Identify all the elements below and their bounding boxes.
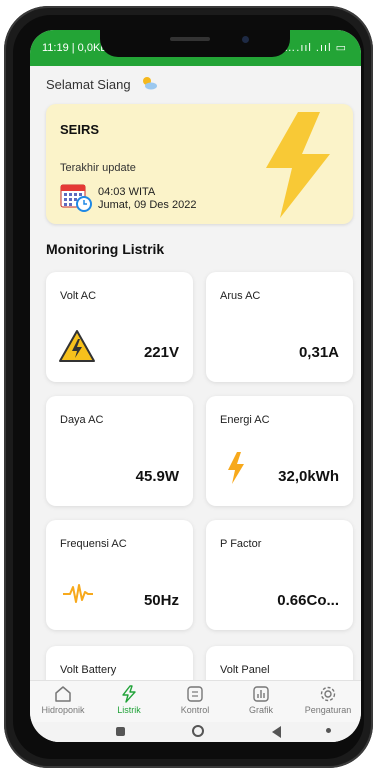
nav-item-kontrol[interactable]: Kontrol xyxy=(162,685,228,715)
nav-label: Pengaturan xyxy=(304,705,352,715)
card-label: Volt Battery xyxy=(60,664,117,676)
sun-cloud-icon xyxy=(140,75,158,94)
camera-notch xyxy=(100,30,290,57)
card-label: Volt AC xyxy=(60,290,97,302)
bolt-icon xyxy=(226,451,246,490)
home-button[interactable] xyxy=(192,725,204,737)
nav-item-pengaturan[interactable]: Pengaturan xyxy=(295,685,361,715)
nav-label: Listrik xyxy=(117,705,141,715)
card-value: 0.66Co... xyxy=(277,592,339,609)
waveform-icon xyxy=(62,583,94,610)
card-p-factor[interactable]: P Factor 0.66Co... xyxy=(206,520,353,630)
card-value: 45.9W xyxy=(135,468,179,485)
bolt-icon xyxy=(120,685,138,703)
system-navigation-bar xyxy=(30,722,361,742)
nav-label: Grafik xyxy=(248,705,273,715)
nav-label: Hidroponik xyxy=(41,705,85,715)
card-value: 221V xyxy=(143,344,179,361)
status-card: SEIRS Terakhir update 04:03 WITA Jumat, … xyxy=(46,104,353,224)
card-label: Volt Panel xyxy=(220,664,270,676)
recents-button[interactable] xyxy=(116,727,125,736)
card-label: Energi AC xyxy=(220,414,270,426)
chart-icon xyxy=(252,685,270,703)
bottom-navigation: Hidroponik Listrik Kontrol Grafik Pengat… xyxy=(30,680,361,723)
update-date: Jumat, 09 Des 2022 xyxy=(98,199,197,211)
house-icon xyxy=(54,685,72,703)
card-label: P Factor xyxy=(220,538,262,550)
greeting-text: Selamat Siang xyxy=(46,77,131,92)
greeting: Selamat Siang xyxy=(46,75,158,94)
warning-bolt-icon xyxy=(58,329,96,368)
gear-icon xyxy=(319,685,337,703)
nav-item-grafik[interactable]: Grafik xyxy=(228,685,294,715)
calendar-clock-icon xyxy=(60,182,92,217)
card-value: 32,0kWh xyxy=(278,468,339,485)
accessibility-button[interactable] xyxy=(326,728,331,733)
card-arus-ac[interactable]: Arus AC 0,31A xyxy=(206,272,353,382)
brand-name: SEIRS xyxy=(60,122,100,137)
card-label: Daya AC xyxy=(60,414,104,426)
nav-label: Kontrol xyxy=(180,705,210,715)
card-value: 0,31A xyxy=(298,344,339,361)
card-label: Frequensi AC xyxy=(60,538,127,550)
card-daya-ac[interactable]: Daya AC 45.9W xyxy=(46,396,193,506)
card-value: 50Hz xyxy=(143,592,179,609)
last-update-label: Terakhir update xyxy=(60,162,136,174)
card-frequensi-ac[interactable]: Frequensi AC 50Hz xyxy=(46,520,193,630)
card-label: Arus AC xyxy=(220,290,261,302)
control-icon xyxy=(186,685,204,703)
card-energi-ac[interactable]: Energi AC 32,0kWh xyxy=(206,396,353,506)
status-time: 11:19 | 0,0KB xyxy=(42,42,108,54)
update-time: 04:03 WITA xyxy=(98,186,156,198)
back-button[interactable] xyxy=(272,726,281,738)
earpiece-speaker xyxy=(170,37,210,41)
nav-item-hidroponik[interactable]: Hidroponik xyxy=(30,685,96,715)
card-volt-ac[interactable]: Volt AC 221V xyxy=(46,272,193,382)
status-indicators: ….ııl .ııl ▭ xyxy=(284,42,347,54)
front-camera xyxy=(242,36,249,43)
nav-item-listrik[interactable]: Listrik xyxy=(96,685,162,715)
app-screen: 11:19 | 0,0KB ….ııl .ııl ▭ Selamat Siang… xyxy=(30,30,361,742)
large-bolt-icon xyxy=(258,110,336,224)
section-title: Monitoring Listrik xyxy=(46,241,165,257)
